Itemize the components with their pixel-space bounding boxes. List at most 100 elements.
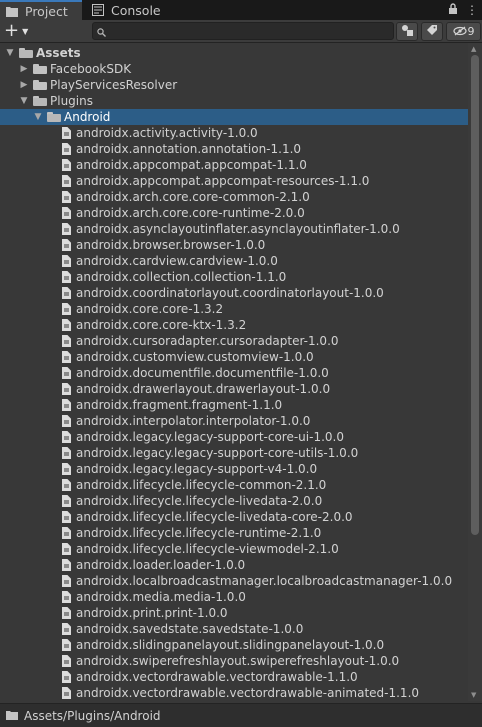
scrollbar-thumb[interactable] (471, 55, 479, 535)
scroll-up-icon[interactable]: ▲ (471, 45, 476, 53)
folder-row[interactable]: ▶ FacebookSDK (0, 61, 468, 77)
file-row[interactable]: androidx.core.core-ktx-1.3.2 (0, 317, 468, 333)
tree-item-label: androidx.lifecycle.lifecycle-viewmodel-2… (76, 542, 339, 556)
folder-row[interactable]: ▼ Plugins (0, 93, 468, 109)
file-row[interactable]: androidx.legacy.legacy-support-core-ui-1… (0, 429, 468, 445)
file-row[interactable]: androidx.core.core-1.3.2 (0, 301, 468, 317)
tree-item-label: androidx.appcompat.appcompat-resources-1… (76, 174, 370, 188)
file-row[interactable]: androidx.cursoradapter.cursoradapter-1.0… (0, 333, 468, 349)
file-row[interactable]: androidx.interpolator.interpolator-1.0.0 (0, 413, 468, 429)
tree-item-label: androidx.core.core-1.3.2 (76, 302, 224, 316)
file-row[interactable]: androidx.lifecycle.lifecycle-livedata-co… (0, 509, 468, 525)
vertical-scrollbar[interactable]: ▲ ▼ (468, 43, 482, 701)
file-icon (62, 639, 71, 651)
file-icon (62, 175, 71, 187)
tree-item-label: androidx.legacy.legacy-support-core-util… (76, 446, 359, 460)
search-field[interactable] (92, 22, 394, 40)
file-row[interactable]: androidx.asynclayoutinflater.asynclayout… (0, 221, 468, 237)
file-icon (62, 255, 71, 267)
file-icon (62, 527, 71, 539)
project-toolbar: + ▼ 9 (0, 20, 482, 43)
tree-item-label: androidx.cardview.cardview-1.0.0 (76, 254, 278, 268)
tree-item-label: androidx.browser.browser-1.0.0 (76, 238, 266, 252)
file-icon (62, 191, 71, 203)
file-row[interactable]: androidx.savedstate.savedstate-1.0.0 (0, 621, 468, 637)
tree-item-label: androidx.drawerlayout.drawerlayout-1.0.0 (76, 382, 331, 396)
file-row[interactable]: androidx.appcompat.appcompat-1.1.0 (0, 157, 468, 173)
file-row[interactable]: androidx.lifecycle.lifecycle-common-2.1.… (0, 477, 468, 493)
file-icon (62, 383, 71, 395)
folder-row[interactable]: ▼ Android (0, 109, 468, 125)
file-row[interactable]: androidx.vectordrawable.vectordrawable-a… (0, 685, 468, 701)
tag-icon (426, 24, 438, 39)
file-row[interactable]: androidx.appcompat.appcompat-resources-1… (0, 173, 468, 189)
file-row[interactable]: androidx.cardview.cardview-1.0.0 (0, 253, 468, 269)
file-row[interactable]: androidx.slidingpanelayout.slidingpanela… (0, 637, 468, 653)
file-row[interactable]: androidx.legacy.legacy-support-v4-1.0.0 (0, 461, 468, 477)
tab-console-label: Console (111, 2, 161, 18)
file-row[interactable]: androidx.collection.collection-1.1.0 (0, 269, 468, 285)
file-row[interactable]: androidx.activity.activity-1.0.0 (0, 125, 468, 141)
file-row[interactable]: androidx.legacy.legacy-support-core-util… (0, 445, 468, 461)
file-row[interactable]: androidx.lifecycle.lifecycle-runtime-2.1… (0, 525, 468, 541)
file-row[interactable]: androidx.vectordrawable.vectordrawable-1… (0, 669, 468, 685)
file-row[interactable]: androidx.arch.core.core-common-2.1.0 (0, 189, 468, 205)
file-row[interactable]: androidx.lifecycle.lifecycle-livedata-2.… (0, 493, 468, 509)
chevron-down-icon[interactable]: ▼ (19, 96, 29, 106)
file-row[interactable]: androidx.annotation.annotation-1.1.0 (0, 141, 468, 157)
file-icon (62, 303, 71, 315)
console-icon (92, 4, 104, 16)
file-icon (62, 223, 71, 235)
tree-item-label: androidx.slidingpanelayout.slidingpanela… (76, 638, 385, 652)
tree-item-label: Plugins (50, 94, 93, 108)
create-dropdown-button[interactable]: + ▼ (4, 21, 28, 41)
tree-item-label: FacebookSDK (50, 62, 132, 76)
tab-project-label: Project (25, 3, 68, 19)
file-row[interactable]: androidx.loader.loader-1.0.0 (0, 557, 468, 573)
file-icon (62, 319, 71, 331)
folder-icon (33, 64, 47, 74)
file-icon (62, 687, 71, 699)
tree-item-label: androidx.vectordrawable.vectordrawable-a… (76, 686, 420, 700)
file-row[interactable]: androidx.swiperefreshlayout.swiperefresh… (0, 653, 468, 669)
file-icon (62, 463, 71, 475)
tab-project[interactable]: Project (0, 0, 82, 20)
search-by-label-button[interactable] (421, 22, 443, 41)
file-icon (62, 351, 71, 363)
folder-row[interactable]: ▼ Assets (0, 45, 468, 61)
file-row[interactable]: androidx.media.media-1.0.0 (0, 589, 468, 605)
folder-open-icon (47, 112, 61, 122)
file-row[interactable]: androidx.fragment.fragment-1.1.0 (0, 397, 468, 413)
file-row[interactable]: androidx.arch.core.core-runtime-2.0.0 (0, 205, 468, 221)
scroll-down-icon[interactable]: ▼ (471, 691, 476, 699)
tree-item-label: androidx.appcompat.appcompat-1.1.0 (76, 158, 307, 172)
file-row[interactable]: androidx.print.print-1.0.0 (0, 605, 468, 621)
more-options-icon[interactable]: ⋮ (466, 3, 478, 17)
chevron-down-icon[interactable]: ▼ (5, 48, 15, 58)
tree-item-label: androidx.cursoradapter.cursoradapter-1.0… (76, 334, 339, 348)
file-row[interactable]: androidx.lifecycle.lifecycle-viewmodel-2… (0, 541, 468, 557)
tree-item-label: Assets (36, 46, 81, 60)
file-icon (62, 655, 71, 667)
chevron-right-icon[interactable]: ▶ (19, 64, 29, 74)
chevron-down-icon[interactable]: ▼ (33, 112, 43, 122)
file-row[interactable]: androidx.coordinatorlayout.coordinatorla… (0, 285, 468, 301)
folder-row[interactable]: ▶ PlayServicesResolver (0, 77, 468, 93)
file-row[interactable]: androidx.localbroadcastmanager.localbroa… (0, 573, 468, 589)
tree-item-label: androidx.asynclayoutinflater.asynclayout… (76, 222, 400, 236)
file-icon (62, 479, 71, 491)
tab-console[interactable]: Console (86, 0, 176, 20)
search-input[interactable] (109, 23, 389, 39)
tree-item-label: androidx.lifecycle.lifecycle-livedata-co… (76, 510, 353, 524)
file-row[interactable]: androidx.browser.browser-1.0.0 (0, 237, 468, 253)
folder-open-icon (33, 96, 47, 106)
file-row[interactable]: androidx.drawerlayout.drawerlayout-1.0.0 (0, 381, 468, 397)
file-icon (62, 447, 71, 459)
lock-icon[interactable] (448, 3, 458, 17)
hidden-packages-button[interactable]: 9 (446, 22, 481, 41)
file-row[interactable]: androidx.documentfile.documentfile-1.0.0 (0, 365, 468, 381)
chevron-right-icon[interactable]: ▶ (19, 80, 29, 90)
file-row[interactable]: androidx.customview.customview-1.0.0 (0, 349, 468, 365)
tree-item-label: androidx.lifecycle.lifecycle-common-2.1.… (76, 478, 327, 492)
search-by-type-button[interactable] (396, 22, 418, 41)
